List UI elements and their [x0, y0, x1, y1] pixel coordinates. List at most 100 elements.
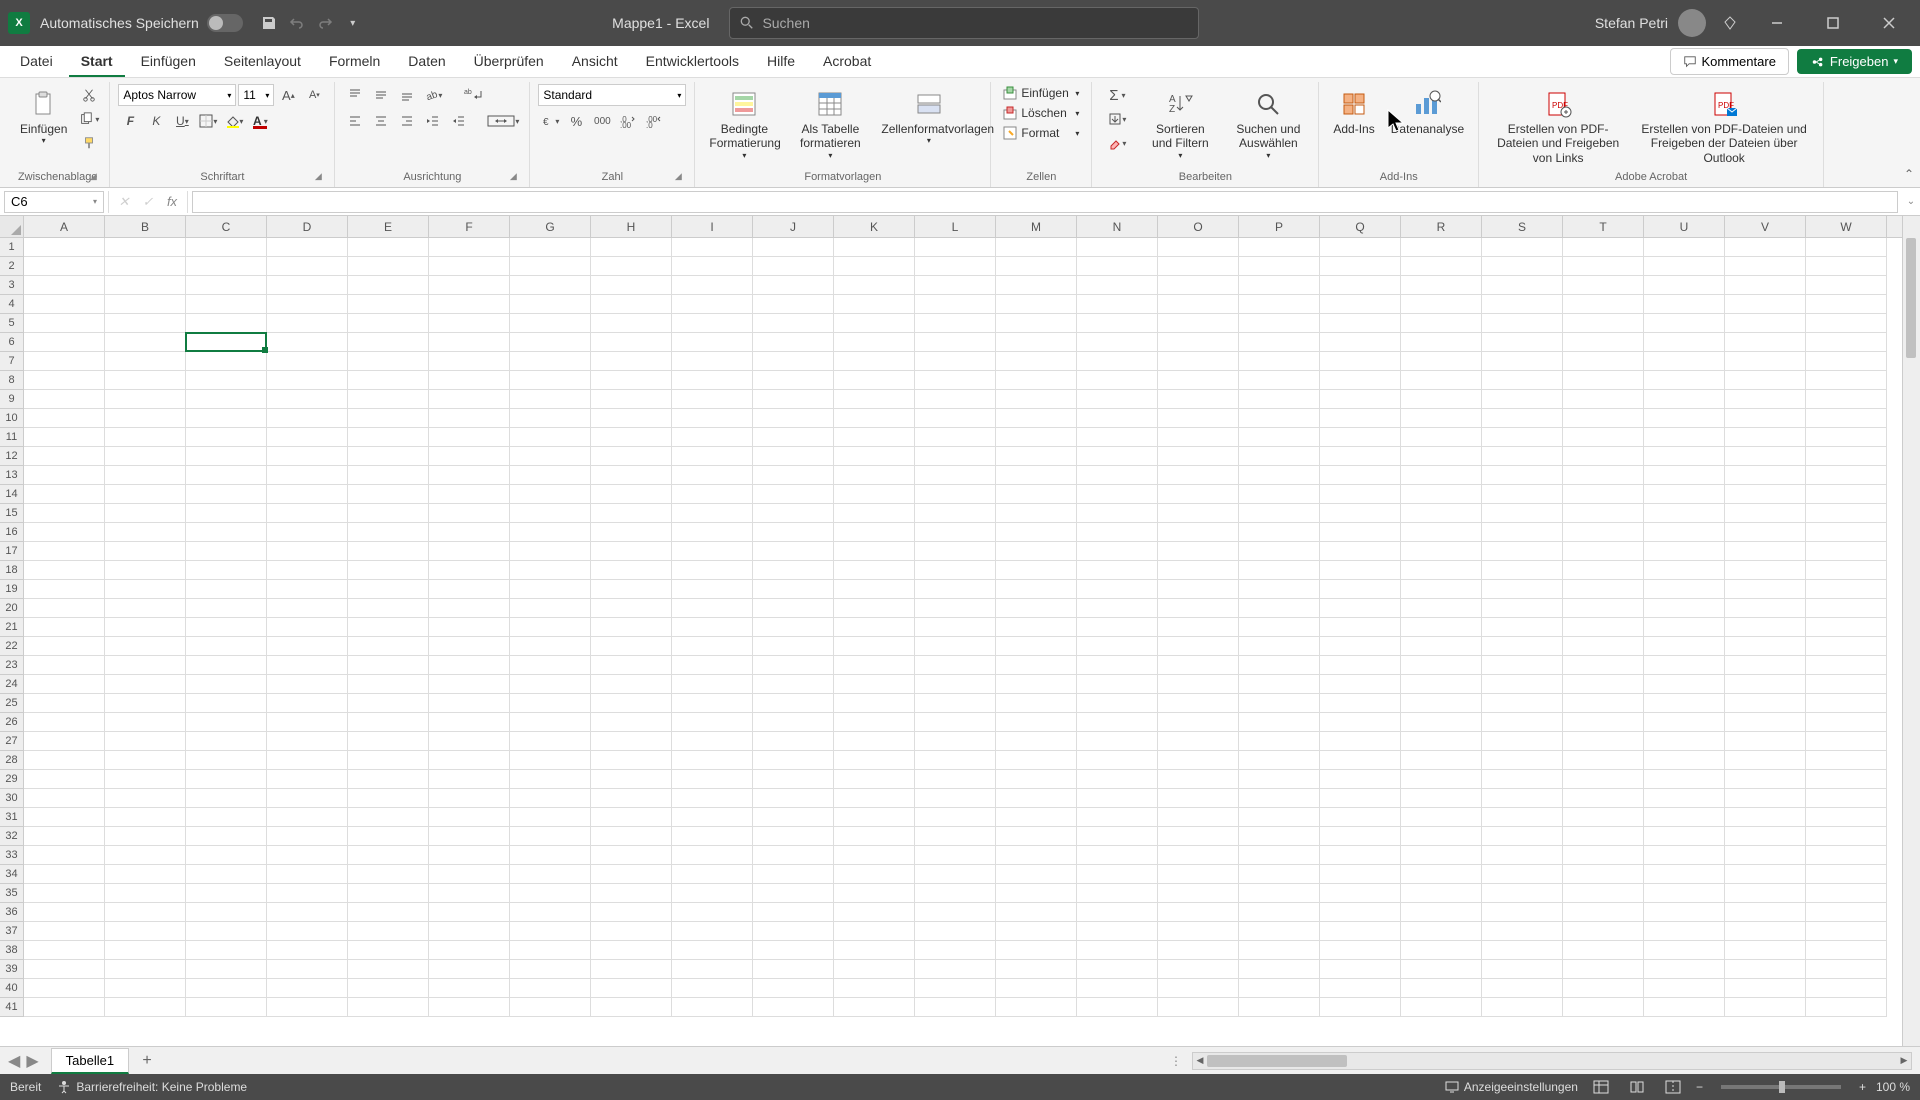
cell[interactable]: [996, 371, 1077, 390]
vscroll-thumb[interactable]: [1906, 238, 1916, 358]
cell[interactable]: [1563, 713, 1644, 732]
cell[interactable]: [24, 941, 105, 960]
cell[interactable]: [834, 390, 915, 409]
cell[interactable]: [915, 314, 996, 333]
cell[interactable]: [1644, 694, 1725, 713]
cell[interactable]: [1482, 428, 1563, 447]
cell[interactable]: [753, 295, 834, 314]
cell[interactable]: [1563, 789, 1644, 808]
row-header-2[interactable]: 2: [0, 257, 24, 276]
cell[interactable]: [591, 789, 672, 808]
cell[interactable]: [429, 352, 510, 371]
merge-center-button[interactable]: ▾: [485, 110, 521, 132]
cell[interactable]: [1482, 713, 1563, 732]
cell[interactable]: [267, 751, 348, 770]
cell[interactable]: [1077, 884, 1158, 903]
cell[interactable]: [996, 390, 1077, 409]
row-header-9[interactable]: 9: [0, 390, 24, 409]
cell[interactable]: [105, 409, 186, 428]
cell[interactable]: [1644, 428, 1725, 447]
cell[interactable]: [348, 656, 429, 675]
cell[interactable]: [1320, 504, 1401, 523]
cell[interactable]: [915, 599, 996, 618]
cell[interactable]: [429, 732, 510, 751]
cell[interactable]: [24, 561, 105, 580]
cell[interactable]: [915, 542, 996, 561]
addins-button[interactable]: Add-Ins: [1327, 84, 1380, 140]
cell[interactable]: [996, 865, 1077, 884]
cell[interactable]: [24, 998, 105, 1017]
cell[interactable]: [1401, 979, 1482, 998]
cell[interactable]: [186, 485, 267, 504]
zoom-out-button[interactable]: −: [1696, 1080, 1703, 1094]
cell[interactable]: [24, 903, 105, 922]
cell[interactable]: [267, 466, 348, 485]
cell[interactable]: [186, 428, 267, 447]
cell[interactable]: [24, 257, 105, 276]
cell[interactable]: [1725, 770, 1806, 789]
cell[interactable]: [672, 580, 753, 599]
column-header-N[interactable]: N: [1077, 216, 1158, 237]
column-header-E[interactable]: E: [348, 216, 429, 237]
cell[interactable]: [1401, 884, 1482, 903]
cell[interactable]: [1644, 998, 1725, 1017]
cell[interactable]: [915, 732, 996, 751]
cell[interactable]: [24, 808, 105, 827]
cell[interactable]: [1158, 371, 1239, 390]
cell[interactable]: [1563, 390, 1644, 409]
cell[interactable]: [672, 827, 753, 846]
cell[interactable]: [1482, 618, 1563, 637]
cell[interactable]: [1077, 447, 1158, 466]
cell[interactable]: [1806, 352, 1887, 371]
cell[interactable]: [753, 542, 834, 561]
cell[interactable]: [1401, 865, 1482, 884]
cell[interactable]: [510, 998, 591, 1017]
cell[interactable]: [1320, 998, 1401, 1017]
cell[interactable]: [348, 257, 429, 276]
column-header-J[interactable]: J: [753, 216, 834, 237]
cell[interactable]: [1806, 846, 1887, 865]
cell[interactable]: [510, 504, 591, 523]
conditional-formatting-button[interactable]: Bedingte Formatierung▾: [703, 84, 785, 164]
cell[interactable]: [105, 846, 186, 865]
cell[interactable]: [1239, 960, 1320, 979]
cell[interactable]: [1158, 523, 1239, 542]
cell[interactable]: [996, 694, 1077, 713]
cell[interactable]: [105, 428, 186, 447]
cell[interactable]: [1482, 637, 1563, 656]
cell[interactable]: [834, 694, 915, 713]
cell[interactable]: [834, 675, 915, 694]
orientation-button[interactable]: ab▾: [421, 84, 445, 106]
cell[interactable]: [105, 542, 186, 561]
cell[interactable]: [915, 257, 996, 276]
cell[interactable]: [834, 314, 915, 333]
cell[interactable]: [834, 295, 915, 314]
cell[interactable]: [510, 694, 591, 713]
cell[interactable]: [1239, 580, 1320, 599]
cell[interactable]: [1806, 409, 1887, 428]
cell[interactable]: [1158, 675, 1239, 694]
cell[interactable]: [429, 903, 510, 922]
cell[interactable]: [915, 846, 996, 865]
cell[interactable]: [915, 523, 996, 542]
cell[interactable]: [1320, 371, 1401, 390]
cell[interactable]: [1806, 542, 1887, 561]
search-box[interactable]: Suchen: [729, 7, 1199, 39]
cell[interactable]: [510, 314, 591, 333]
cell[interactable]: [1482, 789, 1563, 808]
align-left-button[interactable]: [343, 110, 367, 132]
cell[interactable]: [1158, 827, 1239, 846]
cell[interactable]: [1158, 542, 1239, 561]
cell[interactable]: [834, 960, 915, 979]
cell[interactable]: [834, 770, 915, 789]
undo-icon[interactable]: [285, 11, 309, 35]
cell[interactable]: [105, 713, 186, 732]
cell[interactable]: [24, 333, 105, 352]
cell[interactable]: [591, 808, 672, 827]
cell[interactable]: [429, 656, 510, 675]
row-header-29[interactable]: 29: [0, 770, 24, 789]
row-header-16[interactable]: 16: [0, 523, 24, 542]
tab-einfügen[interactable]: Einfügen: [129, 47, 208, 77]
cell[interactable]: [1239, 599, 1320, 618]
cell[interactable]: [996, 903, 1077, 922]
